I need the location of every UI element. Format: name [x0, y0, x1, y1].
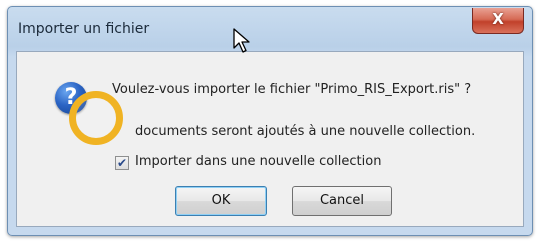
- collection-info-text: documents seront ajoutés à une nouvelle …: [135, 124, 476, 139]
- cancel-button[interactable]: Cancel: [292, 186, 392, 216]
- new-collection-checkbox[interactable]: ✔: [115, 156, 129, 170]
- new-collection-checkbox-label[interactable]: Importer dans une nouvelle collection: [135, 154, 381, 169]
- window-title: Importer un fichier: [18, 21, 150, 37]
- close-button[interactable]: X: [472, 8, 524, 34]
- close-icon: X: [492, 10, 504, 28]
- ok-button[interactable]: OK: [175, 186, 267, 216]
- mouse-pointer-icon: [233, 28, 250, 53]
- title-bar[interactable]: Importer un fichier X: [8, 7, 532, 51]
- import-question-text: Voulez-vous importer le fichier "Primo_R…: [112, 82, 472, 97]
- highlight-circle: [69, 91, 123, 145]
